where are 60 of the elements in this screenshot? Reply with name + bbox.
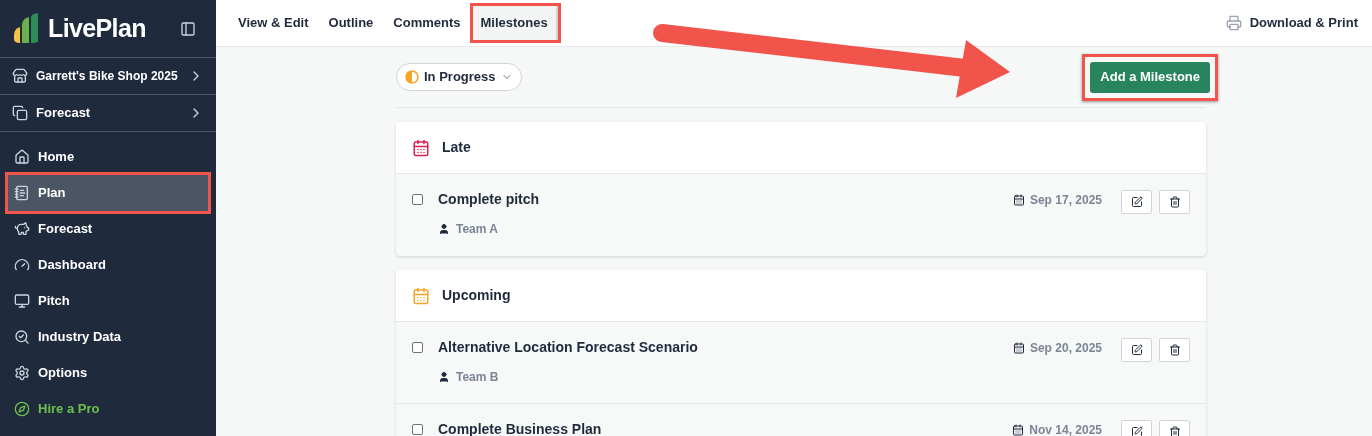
home-icon (14, 149, 30, 165)
edit-button[interactable] (1121, 338, 1152, 362)
tab[interactable]: Comments (385, 6, 469, 40)
notebook-icon (14, 185, 30, 201)
milestone-title: Complete pitch (438, 190, 540, 208)
tab[interactable]: Milestones (472, 6, 558, 40)
milestone-title: Complete Business Plan (438, 420, 602, 436)
calendar-icon (1012, 194, 1025, 206)
nav-item[interactable]: Pitch (8, 283, 208, 319)
delete-button[interactable] (1159, 190, 1190, 214)
tab[interactable]: View & Edit (230, 6, 317, 40)
gauge-icon (14, 257, 30, 273)
milestone-title: Alternative Location Forecast Scenario (438, 338, 698, 356)
nav-item[interactable]: Home (8, 139, 208, 175)
trash-icon (1168, 196, 1181, 208)
person-icon (438, 371, 450, 383)
edit-icon (1130, 426, 1143, 436)
sidebar-toggle-icon[interactable] (180, 20, 196, 37)
checkbox[interactable] (412, 424, 423, 435)
due-date: Sep 20, 2025 (1029, 340, 1102, 357)
section-selector[interactable]: Forecast (0, 95, 216, 132)
nav-item[interactable]: Industry Data (8, 319, 208, 355)
edit-button[interactable] (1121, 190, 1152, 214)
delete-button[interactable] (1159, 338, 1190, 362)
copy-icon (12, 105, 28, 121)
printer-icon (1225, 15, 1242, 31)
search-icon (14, 329, 30, 345)
compass-icon (14, 401, 30, 417)
trash-icon (1168, 426, 1181, 436)
trash-icon (1168, 344, 1181, 356)
team-label: Team A (456, 221, 498, 238)
edit-icon (1130, 196, 1143, 208)
settings-icon (14, 365, 30, 381)
edit-icon (1130, 344, 1143, 356)
calendar-icon (1012, 342, 1025, 354)
status-filter[interactable]: In Progress (396, 63, 522, 91)
store-icon (12, 68, 28, 84)
checkbox[interactable] (412, 194, 423, 205)
half-circle-icon (405, 70, 419, 84)
logo-icon (12, 12, 40, 45)
nav-item[interactable]: Options (8, 355, 208, 391)
project-selector[interactable]: Garrett's Bike Shop 2025 (0, 58, 216, 95)
nav-item[interactable]: Dashboard (8, 247, 208, 283)
download-print-link[interactable]: Download & Print (1225, 13, 1358, 33)
logo-text: LivePlan (48, 12, 146, 44)
group-title: Upcoming (442, 286, 511, 305)
tab[interactable]: Outline (320, 6, 382, 40)
calendar-icon (1012, 424, 1025, 436)
due-date: Sep 17, 2025 (1029, 192, 1102, 209)
team-label: Team B (456, 369, 499, 386)
nav-item[interactable]: Forecast (8, 211, 208, 247)
nav-item[interactable]: Hire a Pro (8, 391, 208, 427)
nav-item[interactable]: Plan (8, 175, 208, 211)
piggy-bank-icon (14, 221, 30, 237)
group-title: Late (442, 138, 471, 157)
checkbox[interactable] (412, 342, 423, 353)
person-icon (438, 223, 450, 235)
add-milestone-button[interactable]: Add a Milestone (1090, 61, 1210, 93)
due-date: Nov 14, 2025 (1029, 422, 1102, 436)
monitor-icon (14, 293, 30, 309)
